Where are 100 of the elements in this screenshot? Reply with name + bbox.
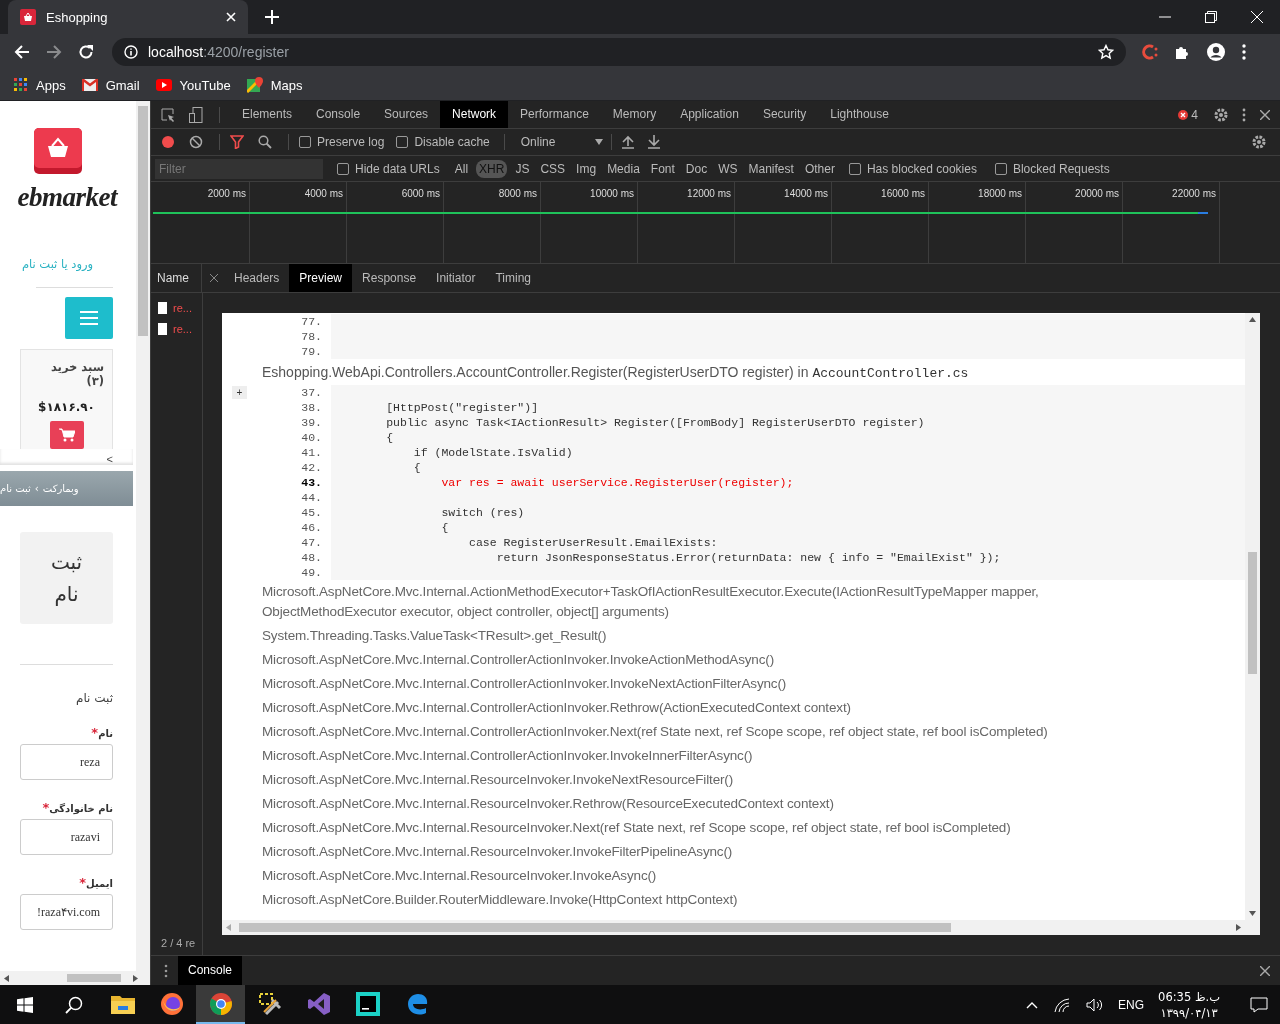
column-header[interactable]: Name [151, 264, 202, 292]
volume-icon[interactable] [1086, 997, 1105, 1012]
type-filter[interactable]: Other [801, 159, 838, 178]
taskbar-app[interactable] [196, 985, 245, 1024]
clear-icon[interactable] [189, 135, 203, 149]
input-field[interactable]: !raza۴vi.com [20, 894, 113, 930]
detail-tab[interactable]: Timing [485, 264, 541, 292]
device-icon[interactable] [189, 106, 203, 123]
settings-icon[interactable] [1252, 135, 1266, 149]
reload-icon[interactable] [78, 44, 94, 60]
stack-frame[interactable]: Microsoft.AspNetCore.Builder.RouterMiddleware.Invoke(HttpContext httpContext) [222, 888, 1245, 912]
checkbox[interactable]: Blocked Requests [994, 161, 1110, 176]
close-icon[interactable] [1260, 965, 1270, 976]
back-link[interactable]: < [106, 453, 113, 465]
bookmark[interactable]: YouTube [155, 77, 231, 93]
scrollbar-thumb[interactable] [67, 974, 121, 982]
scrollbar[interactable] [0, 971, 150, 985]
arrow-down-icon[interactable] [1249, 911, 1256, 916]
settings-icon[interactable] [1214, 107, 1228, 122]
filter-field[interactable]: Filter [155, 158, 323, 179]
type-filter[interactable]: Manifest [745, 159, 797, 178]
stack-frame[interactable]: Microsoft.AspNetCore.Mvc.Internal.ResourceInvoker.InvokeNextResourceFilter() [222, 768, 1245, 792]
type-filter[interactable]: Img [573, 159, 600, 178]
back-icon[interactable] [14, 44, 30, 60]
scrollbar-thumb[interactable] [239, 923, 951, 932]
console-tab[interactable]: Console [178, 956, 243, 985]
filter-icon[interactable] [230, 135, 244, 149]
bookmark[interactable]: Apps [14, 77, 66, 93]
more-icon[interactable] [1242, 107, 1246, 122]
bookmark[interactable]: Maps [246, 77, 303, 93]
detail-tab[interactable]: Headers [224, 264, 290, 292]
stack-frame[interactable]: Microsoft.AspNetCore.Mvc.Internal.ResourceInvoker.Rethrow(ResourceExecutedContext context) [222, 792, 1245, 816]
star-icon[interactable] [1098, 44, 1114, 60]
chevron-up-icon[interactable] [1026, 1000, 1039, 1009]
stack-frame[interactable]: Microsoft.AspNetCore.Mvc.Internal.ControllerActionInvoker.InvokeNextActionFilterAsync() [222, 672, 1245, 696]
expand-button[interactable]: + [232, 386, 247, 399]
stack-frame[interactable]: Microsoft.AspNetCore.Mvc.Internal.ControllerActionInvoker.Next(ref State next, ref Scope scope, ref object state, ref bool isCompleted) [222, 720, 1245, 744]
checkbox[interactable]: Disable cache [396, 135, 490, 149]
scrollbar-thumb[interactable] [1248, 552, 1257, 674]
input-field[interactable]: razavi [20, 819, 113, 855]
wifi-icon[interactable] [1054, 997, 1071, 1012]
language-indicator[interactable]: ENG [1118, 997, 1145, 1012]
detail-tab[interactable]: Response [352, 264, 427, 292]
browser-tab[interactable]: Eshopping [8, 0, 248, 34]
puzzle-icon[interactable] [1174, 44, 1190, 60]
devtools-tab[interactable]: Lighthouse [818, 101, 901, 128]
stack-frame[interactable]: Microsoft.AspNetCore.Mvc.Internal.ControllerActionInvoker.InvokeActionMethodAsync() [222, 648, 1245, 672]
type-filter[interactable]: WS [715, 159, 741, 178]
type-filter[interactable]: Font [647, 159, 678, 178]
arrow-right-icon[interactable] [1236, 924, 1241, 931]
throttling-dropdown[interactable]: Online [514, 135, 610, 149]
menu-icon[interactable] [1242, 44, 1246, 60]
type-filter[interactable]: JS [512, 159, 533, 178]
arrow-up-icon[interactable] [1249, 317, 1256, 322]
scrollbar[interactable] [1245, 313, 1260, 920]
notification-icon[interactable] [1250, 996, 1268, 1013]
cart-button[interactable] [49, 421, 84, 449]
type-filter[interactable]: CSS [537, 159, 569, 178]
scrollbar[interactable] [136, 101, 150, 971]
devtools-tab[interactable]: Sources [372, 101, 441, 128]
upload-icon[interactable] [622, 135, 635, 149]
record-icon[interactable] [161, 135, 175, 149]
extension-icon[interactable] [1142, 43, 1158, 61]
more-icon[interactable] [164, 963, 168, 978]
error-count[interactable]: 4 [1178, 107, 1198, 122]
checkbox[interactable]: Has blocked cookies [848, 161, 977, 176]
checkbox[interactable]: Hide data URLs [337, 161, 440, 176]
scrollbar-thumb[interactable] [138, 106, 148, 336]
type-filter[interactable]: Doc [682, 159, 711, 178]
devtools-tab[interactable]: Elements [230, 101, 305, 128]
stack-frame[interactable]: Microsoft.AspNetCore.Mvc.Internal.ResourceInvoker.InvokeAsync() [222, 864, 1245, 888]
request-row[interactable]: re... [151, 297, 202, 318]
devtools-tab[interactable]: Application [668, 101, 751, 128]
type-filter[interactable]: Media [604, 159, 643, 178]
checkbox[interactable]: Preserve log [299, 135, 385, 149]
stack-frame[interactable]: Microsoft.AspNetCore.Mvc.Internal.ResourceInvoker.Next(ref State next, ref Scope scope, ref object state, ref bool isCompleted) [222, 816, 1245, 840]
devtools-tab[interactable]: Console [304, 101, 373, 128]
clock[interactable]: 06:35 ب.ظ ۱۳۹۹/۰۴/۱۳ [1158, 988, 1220, 1021]
type-filter[interactable]: All [451, 159, 472, 178]
devtools-tab[interactable]: Performance [508, 101, 601, 128]
download-icon[interactable] [648, 135, 661, 149]
detail-tab[interactable]: Preview [289, 264, 353, 292]
devtools-tab[interactable]: Security [750, 101, 819, 128]
bookmark[interactable]: Gmail [81, 77, 140, 93]
profile-icon[interactable] [1206, 42, 1226, 62]
stack-frame[interactable]: Microsoft.AspNetCore.Mvc.Internal.ResourceInvoker.InvokeFilterPipelineAsync() [222, 840, 1245, 864]
devtools-tab[interactable]: Network [440, 101, 509, 128]
scrollbar[interactable] [222, 920, 1245, 935]
stack-frame[interactable]: Microsoft.AspNetCore.Mvc.Internal.ControllerActionInvoker.InvokeInnerFilterAsync() [222, 744, 1245, 768]
arrow-right-icon[interactable] [133, 974, 138, 982]
stack-frame[interactable]: System.Threading.Tasks.ValueTask<TResult>.get_Result() [222, 624, 1245, 648]
new-tab-icon[interactable] [265, 10, 279, 24]
address-bar[interactable]: localhost:4200/register [112, 38, 1126, 66]
stack-frame[interactable]: Eshopping.WebApi.Controllers.AccountController.Register(RegisterUserDTO register) in AccountController.cs [222, 359, 1245, 385]
input-field[interactable]: reza [20, 744, 113, 780]
inspect-icon[interactable] [161, 107, 175, 122]
devtools-tab[interactable]: Memory [600, 101, 669, 128]
close-icon[interactable] [1260, 109, 1270, 120]
stack-frame[interactable]: Microsoft.AspNetCore.Mvc.Internal.ActionMethodExecutor+TaskOfIActionResultExecutor.Execute(IActionResultTypeMapper mapper, ObjectMethodExecutor executor, object controller, object[] arguments) [222, 580, 1245, 624]
search-icon[interactable] [258, 135, 272, 149]
